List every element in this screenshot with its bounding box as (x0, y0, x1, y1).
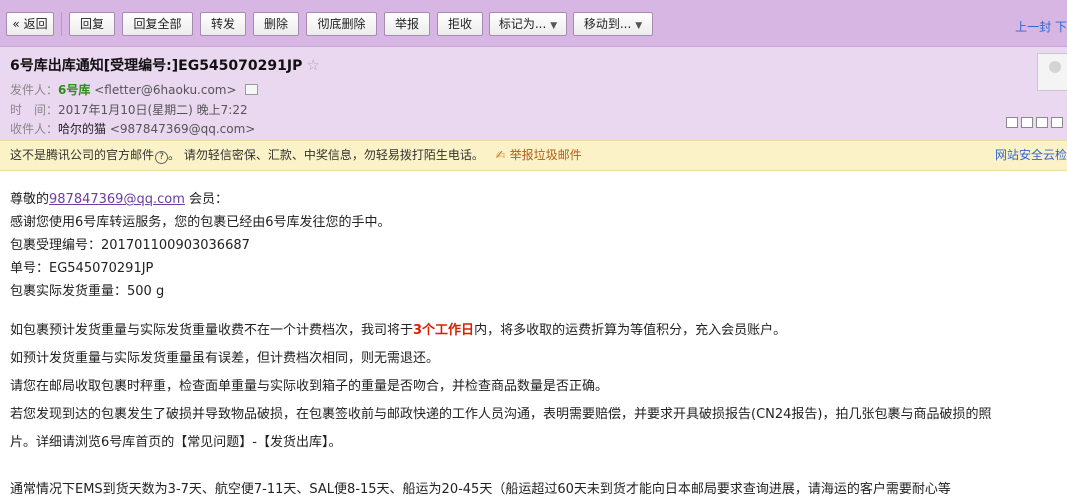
greeting-line: 尊敬的987847369@qq.com 会员： (10, 188, 228, 207)
recipient-name[interactable]: 哈尔的猫 (58, 122, 106, 136)
back-button[interactable]: « 返回 (6, 12, 54, 36)
site-security-link[interactable]: 网站安全云检 (995, 141, 1067, 170)
thanks-line: 感谢您使用6号库转运服务，您的包裹已经由6号库发往您的手中。 (10, 215, 391, 230)
no-refund-paragraph: 如预计发货重量与实际发货重量虽有误差，但计费档次相同，则无需退还。 (10, 351, 440, 366)
expand-icon[interactable] (1036, 117, 1048, 128)
member-email-link[interactable]: 987847369@qq.com (49, 192, 185, 207)
warning-text-2: 。 请勿轻信密保、汇款、中奖信息，勿轻易拨打陌生电话。 (168, 148, 484, 162)
damage-paragraph: 若您发现到达的包裹发生了破损并导致物品破损，在包裹签收前与邮政快递的工作人员沟通… (10, 407, 992, 422)
check-weight-paragraph: 请您在邮局收取包裹时秤重，检查面单重量与实际收到箱子的重量是否吻合，并检查商品数… (10, 379, 609, 394)
recipient-row: 收件人：哈尔的猫 <987847369@qq.com> (10, 120, 255, 137)
chevron-down-icon: ▼ (635, 21, 643, 31)
sender-row: 发件人：6号库 <fletter@6haoku.com> (10, 81, 258, 98)
mail-subject: 6号库出库通知[受理编号:]EG545070291JP ☆ (10, 55, 320, 75)
refund-pre: 如包裹预计发货重量与实际发货重量收费不在一个计费档次，我司将于 (10, 323, 414, 338)
more-icon[interactable] (1051, 117, 1063, 128)
prev-next-link[interactable]: 上一封 下 (1015, 18, 1067, 35)
sent-time: 2017年1月10日(星期二) 晚上7:22 (58, 103, 248, 117)
mail-toolbar: « 返回 回复 回复全部 转发 删除 彻底删除 举报 拒收 标记为... ▼ 移动… (0, 0, 1067, 47)
report-icon: ✍ (495, 148, 506, 162)
mail-header: 6号库出库通知[受理编号:]EG545070291JP ☆ 发件人：6号库 <fl… (0, 47, 1067, 140)
chevron-down-icon: ▼ (550, 21, 558, 31)
weight-line: 包裹实际发货重量：500 g (10, 284, 165, 299)
security-warning-bar: 这不是腾讯公司的官方邮件?。 请勿轻信密保、汇款、中奖信息，勿轻易拨打陌生电话。… (0, 140, 1067, 171)
greeting-pre: 尊敬的 (10, 192, 50, 207)
delete-button[interactable]: 删除 (253, 12, 299, 36)
forward-button[interactable]: 转发 (200, 12, 246, 36)
report-spam-link[interactable]: 举报垃圾邮件 (510, 148, 582, 162)
print-icon[interactable] (1021, 117, 1033, 128)
refund-days: 3个工作日 (413, 323, 475, 338)
to-label: 收件人： (10, 122, 59, 136)
from-label: 发件人： (10, 83, 59, 97)
reply-all-button[interactable]: 回复全部 (122, 12, 193, 36)
star-icon[interactable]: ☆ (306, 56, 319, 74)
avatar[interactable] (1037, 53, 1067, 91)
header-tool-icons (1003, 117, 1063, 132)
move-to-dropdown[interactable]: 移动到... ▼ (573, 12, 653, 36)
greeting-post: 会员： (184, 192, 228, 207)
mark-as-dropdown[interactable]: 标记为... ▼ (489, 12, 567, 36)
order-number-line: 单号：EG545070291JP (10, 261, 154, 276)
refund-post: 内，将多收取的运费折算为等值积分，充入会员账户。 (474, 323, 787, 338)
help-icon[interactable]: ? (155, 151, 169, 164)
move-to-label: 移动到... (583, 17, 632, 31)
sender-name[interactable]: 6号库 (58, 83, 90, 97)
time-row: 时 间：2017年1月10日(星期二) 晚上7:22 (10, 101, 248, 118)
reply-button[interactable]: 回复 (69, 12, 115, 36)
recipient-address: <987847369@qq.com> (109, 122, 256, 136)
contact-card-icon[interactable] (244, 84, 258, 95)
warning-text-1: 这不是腾讯公司的官方邮件 (10, 148, 155, 162)
sender-address-text: <fletter@6haoku.com> (94, 83, 237, 97)
delivery-time-paragraph: 通常情况下EMS到货天数为3-7天、航空便7-11天、SAL便8-15天、船运为… (10, 482, 951, 497)
subject-text: 6号库出库通知[受理编号:]EG545070291JP (10, 58, 303, 74)
report-button[interactable]: 举报 (384, 12, 430, 36)
refund-paragraph: 如包裹预计发货重量与实际发货重量收费不在一个计费档次，我司将于3个工作日内，将多… (10, 319, 786, 338)
reject-button[interactable]: 拒收 (437, 12, 483, 36)
toolbar-separator (61, 12, 62, 36)
mark-as-label: 标记为... (498, 17, 547, 31)
new-window-icon[interactable] (1006, 117, 1018, 128)
damage-paragraph-cont: 片。详细请浏览6号库首页的【常见问题】-【发货出库】。 (10, 435, 342, 450)
time-label: 时 间： (10, 103, 59, 117)
tracking-id-line: 包裹受理编号：201701100903036687 (10, 238, 250, 253)
permanent-delete-button[interactable]: 彻底删除 (306, 12, 377, 36)
